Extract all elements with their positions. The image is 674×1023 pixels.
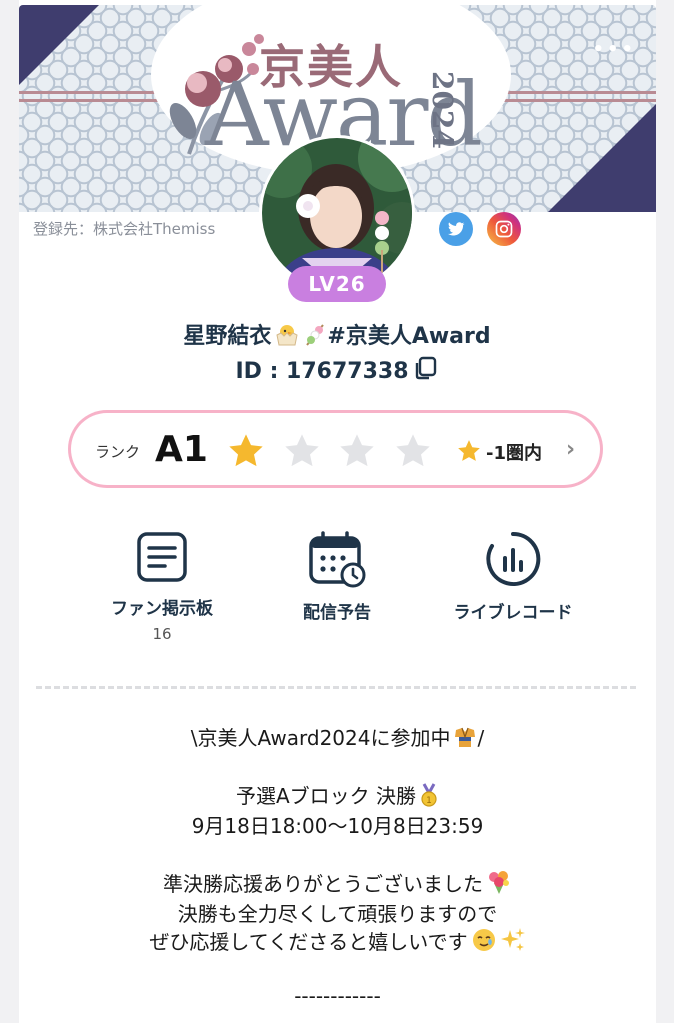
affiliation-text: 登録先：株式会社Themiss [33,220,216,238]
twitter-link[interactable] [439,212,473,246]
teary-smile-icon [472,929,495,951]
live-record-button[interactable]: ライブレコード [428,530,598,623]
medal-icon: 1 [421,783,437,807]
section-divider [36,686,636,689]
banner-year: 2024 [426,71,459,149]
kimono-icon [455,727,476,747]
star-small-icon [458,440,480,461]
star-empty-icon [396,434,430,467]
calendar-clock-icon [309,531,366,588]
instagram-icon [495,220,513,238]
description-line: \京美人Award2024に参加中 / [19,722,656,751]
star-empty-icon [340,434,374,467]
description-text: ぜひ応援してくださると嬉しいです [149,930,468,954]
bouquet-icon [489,871,509,894]
copy-icon[interactable] [413,355,439,381]
fan-board-label: ファン掲示板 [111,599,213,619]
description-line: ------------ [294,984,381,1008]
live-record-label: ライブレコード [453,603,573,623]
description-text: 準決勝応援ありがとうございました [163,872,483,896]
svg-text:1: 1 [426,796,432,806]
more-options-icon[interactable]: ••• [592,39,636,60]
twitter-bird-icon [447,222,465,236]
stream-schedule-button[interactable]: 配信予告 [252,530,422,623]
description-text: \京美人Award2024に参加中 [190,726,451,750]
fan-board-count: 16 [152,625,172,643]
rank-next-text: -1圏内 [486,443,542,464]
banner-corner-decoration [548,104,656,212]
description-line: 準決勝応援ありがとうございました [19,868,656,897]
sparkles-icon [500,928,525,951]
instagram-link[interactable] [487,212,521,246]
description-text: / [477,726,485,750]
description-line: 予選Aブロック 決勝 1 [19,780,656,809]
rank-next-target: -1圏内 [456,438,542,465]
banner-corner-decoration [19,5,99,85]
profile-id-line: ID : 17677338 [0,355,674,384]
star-filled-icon [229,434,263,467]
live-record-icon [486,531,541,586]
rank-label: ランク [95,443,141,461]
description-line: 9月18日18:00〜10月8日23:59 [191,814,484,838]
description-text: 予選Aブロック 決勝 [235,784,417,808]
profile-id: ID : 17677338 [235,359,409,384]
level-badge: LV26 [288,266,386,302]
stream-schedule-label: 配信予告 [303,603,371,623]
fan-board-button[interactable]: ファン掲示板 16 [77,530,247,643]
profile-hashtag: #京美人Award [327,324,491,349]
profile-name: 星野結衣 [183,324,272,349]
rank-value: A1 [155,429,208,470]
star-empty-icon [285,434,319,467]
rank-panel[interactable]: ランク A1 -1圏内 › [68,410,603,488]
chevron-right-icon: › [566,437,576,462]
profile-name-line: 星野結衣 #京美人Award [0,318,674,350]
bulletin-board-icon [137,532,187,582]
description-line: ぜひ応援してくださると嬉しいです [19,926,656,955]
hatching-chick-icon [276,325,298,346]
description-line: 決勝も全力尽くして頑張りますので [177,902,498,926]
dango-icon [306,324,325,346]
